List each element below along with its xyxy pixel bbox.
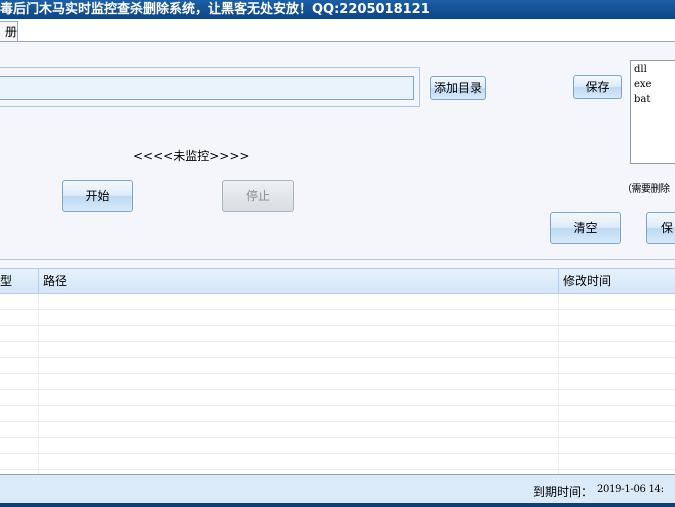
table-row[interactable] [0,294,675,310]
save-extensions-button[interactable]: 保存 [573,75,622,99]
column-modified-time[interactable]: 修改时间 [558,269,675,294]
column-path[interactable]: 路径 [38,269,558,294]
table-row[interactable] [0,310,675,326]
add-directory-button[interactable]: 添加目录 [430,76,486,100]
results-table[interactable]: 型 路径 修改时间 [0,268,675,474]
tab-register[interactable]: 册 [0,21,18,41]
save-button[interactable]: 保 [646,212,675,244]
extension-item[interactable]: dll [634,62,672,77]
expiry-value: 2019-1-06 14: [597,484,664,495]
extension-item[interactable]: exe [634,77,672,92]
stop-button[interactable]: 停止 [222,180,294,212]
table-row[interactable] [0,374,675,390]
table-header: 型 路径 修改时间 [0,269,675,294]
window-bottom-border [0,503,675,507]
delete-hint: （需要删除 [622,184,670,195]
clear-button[interactable]: 清空 [550,212,621,244]
table-row[interactable] [0,422,675,438]
start-button[interactable]: 开始 [62,180,133,212]
table-row[interactable] [0,326,675,342]
extension-item[interactable]: bat [634,92,672,107]
table-row[interactable] [0,406,675,422]
tab-strip: 册 [0,19,675,42]
window-title: 毒后门木马实时监控查杀删除系统，让黑客无处安放！QQ:2205018121 [0,2,430,17]
table-row[interactable] [0,358,675,374]
expiry-label: 到期时间： [533,485,594,499]
table-row[interactable] [0,342,675,358]
column-type[interactable]: 型 [0,269,38,294]
table-row[interactable] [0,454,675,470]
directory-path-input[interactable] [0,76,414,100]
table-row[interactable] [0,390,675,406]
table-row[interactable] [0,438,675,454]
status-bar: 到期时间： 2019-1-06 14: [0,474,675,503]
extension-list[interactable]: dll exe bat [630,60,675,164]
monitor-status: <<<<未监控>>>> [133,149,250,163]
title-bar: 毒后门木马实时监控查杀删除系统，让黑客无处安放！QQ:2205018121 [0,0,675,19]
